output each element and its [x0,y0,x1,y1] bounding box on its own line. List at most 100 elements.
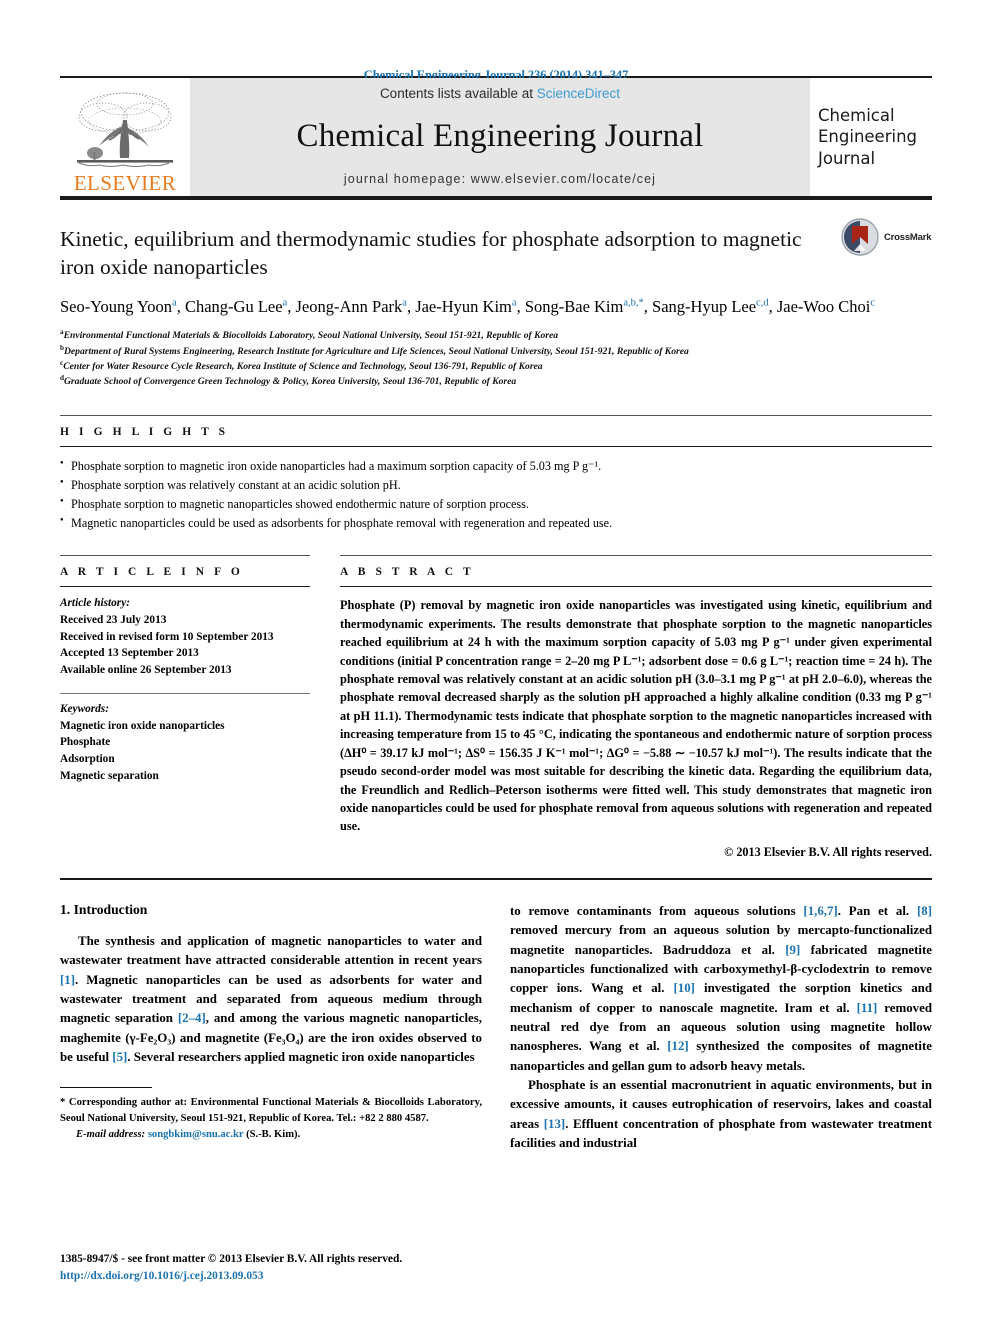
email-link[interactable]: songbkim@snu.ac.kr [148,1129,244,1140]
running-head: Chemical Engineering Journal 236 (2014) … [363,68,629,82]
journal-cover-logo: Chemical Engineering Journal [810,78,932,196]
citation-ref[interactable]: [5] [112,1050,127,1064]
page-title: Kinetic, equilibrium and thermodynamic s… [60,227,802,279]
paragraph-text: . Effluent concentration of phosphate fr… [510,1116,932,1151]
paragraph-text: to remove contaminants from aqueous solu… [510,903,804,918]
affiliation-text: Department of Rural Systems Engineering,… [64,345,689,357]
keyword: Adsorption [60,752,115,765]
keyword: Magnetic separation [60,769,159,782]
author-sep: , [406,297,416,317]
list-item: Phosphate sorption to magnetic nanoparti… [60,495,932,514]
paragraph-text: . Several researchers applied magnetic i… [127,1050,475,1065]
citation-ref[interactable]: [8] [917,904,932,918]
corresponding-author-footnote: * Corresponding author at: Environmental… [60,1095,482,1142]
crossmark-label: CrossMark [884,231,932,243]
keywords-label: Keywords: [60,702,109,715]
author-sep: , [516,297,525,317]
article-history: Article history: Received 23 July 2013 R… [60,587,310,679]
elsevier-tree-icon [77,92,173,167]
abstract-text: Phosphate (P) removal by magnetic iron o… [340,598,932,834]
author: Jeong-Ann Parka, [295,297,415,316]
section-heading-introduction: 1. Introduction [60,901,148,917]
affiliation-text: Environmental Functional Materials & Bio… [63,330,559,342]
cover-title-line-2: Engineering [818,127,917,147]
keyword: Magnetic iron oxide nanoparticles [60,719,225,732]
citation-ref[interactable]: [2–4] [178,1011,206,1025]
body-columns: 1. Introduction The synthesis and applic… [60,902,932,1154]
author-list: Seo-Young Yoona, Chang-Gu Leea, Jeong-An… [60,295,940,318]
paragraph-text: The synthesis and application of magneti… [60,933,482,968]
abstract-copyright: © 2013 Elsevier B.V. All rights reserved… [724,844,932,859]
paragraph-text: . Pan et al. [837,903,917,918]
journal-homepage-link[interactable]: journal homepage: www.elsevier.com/locat… [344,172,656,186]
footnote-email-line: E-mail address: songbkim@snu.ac.kr (S.-B… [60,1127,482,1143]
cover-title: Chemical Engineering Journal [818,105,917,168]
paragraph: to remove contaminants from aqueous solu… [510,902,932,1076]
journal-masthead: ELSEVIER Contents lists available at Sci… [60,78,932,196]
article-info-column: A R T I C L E I N F O Article history: R… [60,555,310,860]
body-column-left: 1. Introduction The synthesis and applic… [60,902,482,1154]
author-name: Jeong-Ann Park [295,297,403,317]
contents-prefix: Contents lists available at [379,86,537,101]
sciencedirect-link[interactable]: ScienceDirect [537,86,620,101]
affiliation-list: aEnvironmental Functional Materials & Bi… [60,328,932,389]
author: Seo-Young Yoona, [60,297,185,316]
author-name: Chang-Gu Lee [184,297,283,317]
highlights-section: H I G H L I G H T S Phosphate sorption t… [60,415,932,533]
list-item: Phosphate sorption was relatively consta… [60,476,932,495]
abstract-column: A B S T R A C T Phosphate (P) removal by… [340,555,932,860]
info-abstract-section: A R T I C L E I N F O Article history: R… [60,555,932,860]
doi-link[interactable]: http://dx.doi.org/10.1016/j.cej.2013.09.… [60,1268,500,1285]
paragraph: The synthesis and application of magneti… [60,932,482,1068]
cover-title-line-3: Journal [818,148,876,168]
affiliation: cCenter for Water Resource Cycle Researc… [60,359,932,374]
email-label: E-mail address: [76,1128,146,1140]
body-top-rule [60,877,932,880]
author: Song-Bae Kima,b,*, [525,297,652,316]
article-history-item: Accepted 13 September 2013 [60,647,199,660]
citation-ref[interactable]: [10] [674,981,695,995]
cover-title-line-1: Chemical [818,106,895,126]
citation-ref[interactable]: [13] [544,1117,565,1131]
paragraph: Phosphate is an essential macronutrient … [510,1076,932,1153]
footnote-rule [60,1087,152,1089]
citation-ref[interactable]: [9] [785,943,800,957]
author-affiliation-mark: c,d [756,297,769,309]
author-sep: , [643,297,653,317]
email-suffix: (S.-B. Kim). [243,1128,301,1140]
keywords-block: Keywords: Magnetic iron oxide nanopartic… [60,694,310,785]
author-sep: , [176,297,185,317]
citation-ref[interactable]: [11] [857,1001,878,1015]
citation-ref[interactable]: [12] [667,1039,688,1053]
author-sep: , [768,297,777,317]
author-name: Song-Bae Kim [524,297,624,317]
article-history-item: Received in revised form 10 September 20… [60,630,274,643]
author: Chang-Gu Leea, [185,297,296,316]
issn-copyright-line: 1385-8947/$ - see front matter © 2013 El… [60,1252,403,1265]
title-block: Kinetic, equilibrium and thermodynamic s… [60,200,932,389]
elsevier-logo: ELSEVIER [60,78,190,196]
author-name: Sang-Hyup Lee [652,297,757,317]
author: Sang-Hyup Leec,d, [652,297,777,316]
list-item: Phosphate sorption to magnetic iron oxid… [60,457,932,476]
abstract-heading: A B S T R A C T [340,566,475,579]
article-history-item: Received 23 July 2013 [60,613,167,626]
affiliation-text: Graduate School of Convergence Green Tec… [64,375,517,387]
masthead-center-panel: Contents lists available at ScienceDirec… [190,78,810,196]
affiliation: aEnvironmental Functional Materials & Bi… [60,328,932,343]
article-history-item: Available online 26 September 2013 [60,664,232,677]
contents-available-line: Contents lists available at ScienceDirec… [380,86,620,101]
author-name: Jae-Woo Choi [776,297,871,317]
elsevier-wordmark: ELSEVIER [73,171,177,195]
affiliation-text: Center for Water Resource Cycle Research… [63,360,543,372]
affiliation: dGraduate School of Convergence Green Te… [60,374,932,389]
author: Jae-Hyun Kima, [415,297,525,316]
body-column-right: to remove contaminants from aqueous solu… [510,902,932,1154]
footnote-text: Corresponding author at: Environmental F… [60,1097,482,1125]
citation-ref[interactable]: [1,6,7] [803,904,837,918]
affiliation: bDepartment of Rural Systems Engineering… [60,344,932,359]
journal-title: Chemical Engineering Journal [296,118,704,155]
crossmark-badge[interactable]: CrossMark [840,214,932,260]
citation-ref[interactable]: [1] [60,973,75,987]
highlights-list: Phosphate sorption to magnetic iron oxid… [60,447,932,533]
